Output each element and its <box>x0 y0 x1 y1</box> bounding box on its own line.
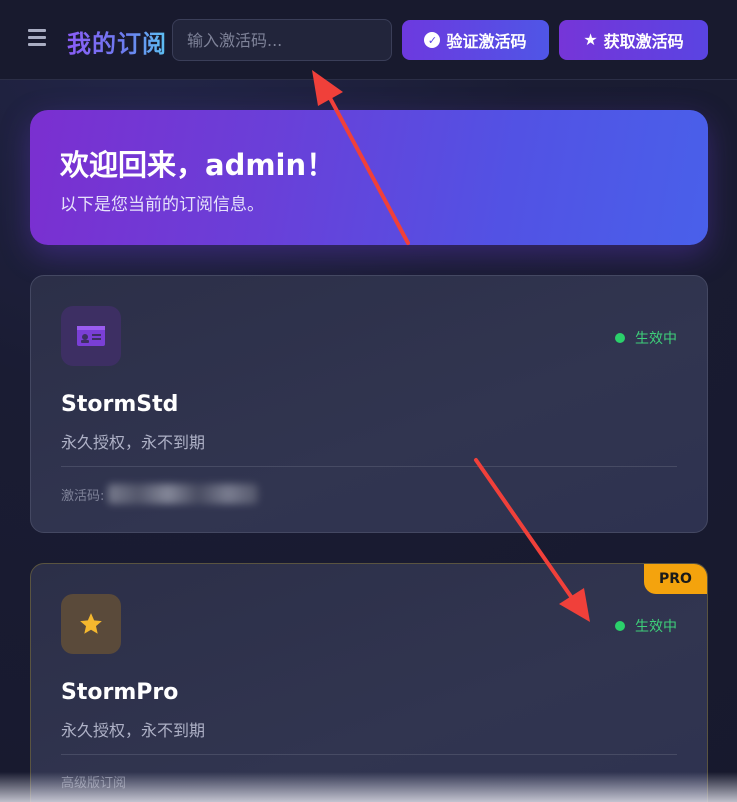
welcome-subtitle: 以下是您当前的订阅信息。 <box>60 195 264 215</box>
check-circle-icon: ✓ <box>424 32 441 48</box>
subscription-name: StormPro <box>61 680 179 705</box>
get-code-label: 获取激活码 <box>603 32 684 51</box>
verify-code-button[interactable]: ✓ 验证激活码 <box>402 20 549 60</box>
activation-code-label: 激活码: <box>61 488 105 504</box>
get-code-button[interactable]: ★ 获取激活码 <box>559 20 708 60</box>
welcome-banner: 欢迎回来，admin！ 以下是您当前的订阅信息。 <box>30 110 708 245</box>
star-icon: ★ <box>583 30 598 49</box>
page-title: 我的订阅 <box>67 24 167 59</box>
welcome-title: 欢迎回来，admin！ <box>60 148 336 182</box>
subscription-description: 永久授权，永不到期 <box>61 433 206 452</box>
status-dot-icon <box>615 621 625 631</box>
divider <box>61 754 677 755</box>
status-label: 生效中 <box>635 619 677 635</box>
activation-code-row: 激活码: <box>61 484 259 504</box>
verify-code-label: 验证激活码 <box>446 32 527 51</box>
subscription-tier-row: 高级版订阅 <box>61 772 126 791</box>
status-badge: 生效中 <box>615 616 677 636</box>
subscription-description: 永久授权，永不到期 <box>61 721 206 740</box>
pro-badge: PRO <box>644 564 707 594</box>
activation-code-input[interactable] <box>172 19 392 61</box>
blurred-activation-code <box>108 484 259 504</box>
status-badge: 生效中 <box>615 328 677 348</box>
subscription-card-stormstd: 生效中 StormStd 永久授权，永不到期 激活码: <box>30 275 708 533</box>
divider <box>61 466 677 467</box>
menu-icon[interactable] <box>28 29 48 49</box>
status-dot-icon <box>615 333 625 343</box>
top-bar: 我的订阅 ✓ 验证激活码 ★ 获取激活码 <box>0 0 737 80</box>
subscription-tier-label: 高级版订阅 <box>61 776 127 791</box>
id-card-icon <box>61 306 121 366</box>
status-label: 生效中 <box>635 331 677 347</box>
star-icon <box>61 594 121 654</box>
subscription-card-stormpro: PRO 生效中 StormPro 永久授权，永不到期 高级版订阅 <box>30 563 708 802</box>
subscription-name: StormStd <box>61 392 179 417</box>
